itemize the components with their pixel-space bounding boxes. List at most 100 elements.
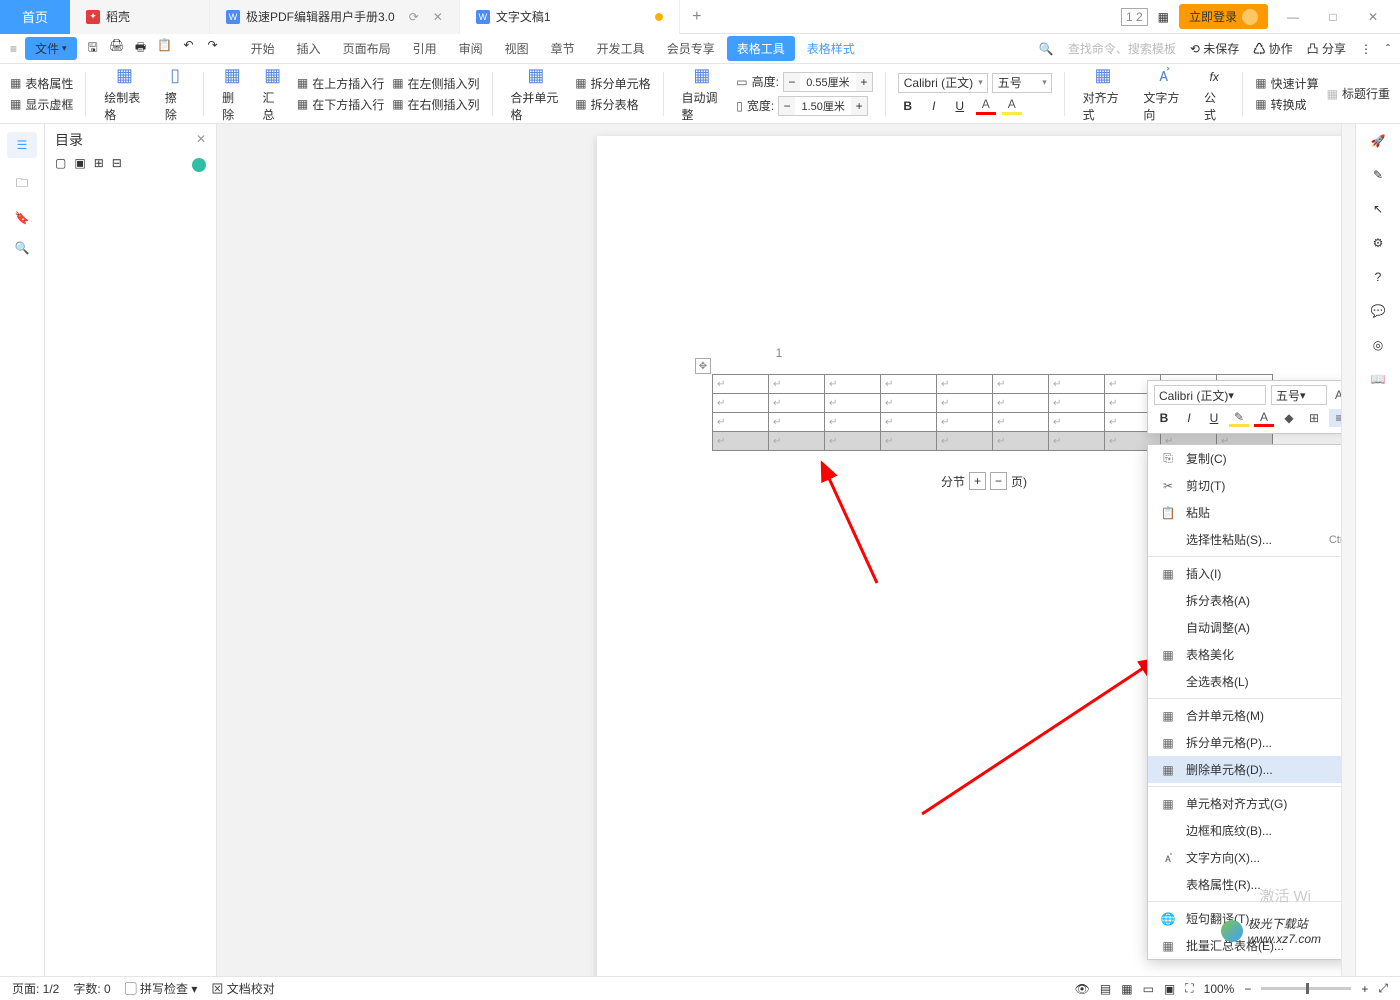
- tab-dev[interactable]: 开发工具: [587, 36, 655, 61]
- convert-button[interactable]: ▦ 转换成: [1255, 96, 1318, 113]
- split-cell-button[interactable]: ▦ 拆分单元格: [575, 75, 650, 92]
- ctx-insert[interactable]: ▦插入(I)▸: [1148, 560, 1341, 587]
- folder-icon[interactable]: 🗀: [16, 174, 28, 195]
- ctx-split-table[interactable]: 拆分表格(A)▸: [1148, 587, 1341, 614]
- highlight-button[interactable]: A: [1002, 97, 1022, 115]
- font-color-button[interactable]: A: [976, 97, 996, 115]
- ctx-autofit[interactable]: 自动调整(A)▸: [1148, 614, 1341, 641]
- underline-button[interactable]: U: [950, 97, 970, 115]
- print-icon[interactable]: 🖶: [133, 38, 149, 59]
- ctx-select-all[interactable]: 全选表格(L): [1148, 668, 1341, 695]
- table-props-button[interactable]: ▦ 表格属性: [10, 75, 73, 92]
- hamburger-icon[interactable]: ≡: [10, 42, 17, 56]
- height-stepper[interactable]: −+: [783, 72, 873, 92]
- draw-table-button[interactable]: ▦绘制表格: [98, 65, 151, 123]
- redo-icon[interactable]: ↷: [205, 38, 221, 59]
- home-tab[interactable]: 首页: [0, 0, 70, 34]
- tab-chapter[interactable]: 章节: [541, 36, 585, 61]
- login-button[interactable]: 立即登录: [1179, 4, 1268, 29]
- insert-right-button[interactable]: ▦ 在右侧插入列: [392, 96, 479, 113]
- sum-button[interactable]: ▦汇总: [256, 65, 288, 123]
- toc-icon[interactable]: ☰: [7, 132, 37, 158]
- mini-italic[interactable]: I: [1179, 409, 1199, 427]
- eraser-button[interactable]: ▯擦除: [159, 65, 191, 123]
- tab-table-tools[interactable]: 表格工具: [727, 36, 795, 61]
- delete-button[interactable]: ▦删除: [216, 65, 248, 123]
- coop-button[interactable]: ♺ 协作: [1253, 40, 1292, 57]
- ctx-text-dir[interactable]: ᴀ͐文字方向(X)...: [1148, 844, 1341, 871]
- mini-shading[interactable]: ◆: [1279, 409, 1299, 427]
- rocket-icon[interactable]: 🚀: [1371, 134, 1386, 148]
- paste-icon[interactable]: 📋: [157, 38, 173, 59]
- view-reading-icon[interactable]: 👁: [1075, 982, 1090, 996]
- minimize-button[interactable]: —: [1278, 3, 1308, 31]
- scrollbar[interactable]: [1341, 124, 1355, 976]
- mini-font-color[interactable]: A: [1254, 409, 1274, 427]
- apps-icon[interactable]: ▦: [1158, 10, 1169, 24]
- insert-left-button[interactable]: ▦ 在左侧插入列: [392, 75, 479, 92]
- collapse-ribbon-icon[interactable]: ˆ: [1386, 42, 1390, 56]
- sync-dot-icon[interactable]: [192, 158, 206, 172]
- split-table-button[interactable]: ▦ 拆分表格: [575, 96, 650, 113]
- search-icon[interactable]: 🔍: [1039, 42, 1054, 56]
- settings-icon[interactable]: ⚙: [1373, 236, 1384, 250]
- view-web-icon[interactable]: ▭: [1143, 982, 1154, 996]
- tab-start[interactable]: 开始: [241, 36, 285, 61]
- ctx-cut[interactable]: ✂剪切(T)Ctrl+X: [1148, 472, 1341, 499]
- tab-member[interactable]: 会员专享: [657, 36, 725, 61]
- more-icon[interactable]: ⋮: [1360, 42, 1372, 56]
- zoom-out-button[interactable]: −: [1244, 982, 1251, 996]
- grid-icon[interactable]: 1 2: [1121, 8, 1148, 26]
- tab-table-style[interactable]: 表格样式: [797, 36, 865, 61]
- mini-highlight[interactable]: ✎: [1229, 409, 1249, 427]
- tab-refresh-icon[interactable]: ⟳: [409, 10, 419, 24]
- merge-cells-button[interactable]: ▦合并单元格: [504, 65, 567, 123]
- view-print-icon[interactable]: ▣: [1164, 982, 1175, 996]
- tab-layout[interactable]: 页面布局: [333, 36, 401, 61]
- plus-icon[interactable]: ⊞: [94, 156, 104, 170]
- ctx-paste[interactable]: 📋粘贴Ctrl+V: [1148, 499, 1341, 526]
- zoom-slider[interactable]: [1261, 987, 1351, 990]
- tab-close-icon[interactable]: ✕: [433, 10, 443, 24]
- location-icon[interactable]: ◎: [1373, 338, 1383, 352]
- new-tab-button[interactable]: +: [680, 0, 714, 34]
- mini-border[interactable]: ⊞: [1304, 409, 1324, 427]
- ctx-table-props[interactable]: 表格属性(R)...: [1148, 871, 1341, 898]
- font-select[interactable]: Calibri (正文): [898, 73, 988, 93]
- formula-button[interactable]: fx公式: [1198, 65, 1230, 123]
- word-count[interactable]: 字数: 0: [73, 980, 110, 997]
- mini-bold[interactable]: B: [1154, 409, 1174, 427]
- text-dir-button[interactable]: ᴀ͐文字方向: [1137, 65, 1190, 123]
- ctx-paste-special[interactable]: 选择性粘贴(S)...Ctrl+Alt+V: [1148, 526, 1341, 553]
- unsaved-button[interactable]: ⟲ 未保存: [1190, 40, 1239, 57]
- align-button[interactable]: ▦对齐方式: [1077, 65, 1130, 123]
- zoom-value[interactable]: 100%: [1204, 982, 1235, 996]
- search-panel-icon[interactable]: 🔍: [15, 241, 30, 255]
- width-stepper[interactable]: −+: [778, 96, 868, 116]
- tab-insert[interactable]: 插入: [287, 36, 331, 61]
- canvas[interactable]: 1 ✥ ↵↵↵↵↵↵↵↵↵↵ ↵↵↵↵↵↵↵↵↵↵ ↵↵↵↵↵↵↵↵↵↵ ↵↵↵…: [217, 124, 1341, 976]
- mini-align[interactable]: ≡: [1329, 409, 1341, 427]
- ctx-delete-cell[interactable]: ▦删除单元格(D)...: [1148, 756, 1341, 783]
- quick-calc-button[interactable]: ▦ 快速计算: [1255, 75, 1318, 92]
- ctx-cell-align[interactable]: ▦单元格对齐方式(G)▸: [1148, 790, 1341, 817]
- autofit-button[interactable]: ▦自动调整: [676, 65, 729, 123]
- insert-below-button[interactable]: ▦ 在下方插入行: [297, 96, 384, 113]
- tab-review[interactable]: 审阅: [449, 36, 493, 61]
- doc-tab-current[interactable]: W 文字文稿1: [460, 0, 680, 34]
- undo-icon[interactable]: ↶: [181, 38, 197, 59]
- collapse-icon[interactable]: ▢: [55, 156, 66, 170]
- save-icon[interactable]: 🖫: [85, 38, 101, 59]
- view-outline-icon[interactable]: ▦: [1121, 982, 1132, 996]
- ctx-border[interactable]: 边框和底纹(B)...: [1148, 817, 1341, 844]
- search-placeholder[interactable]: 查找命令、搜索模板: [1068, 40, 1176, 57]
- book-icon[interactable]: 📖: [1371, 372, 1386, 386]
- tab-refs[interactable]: 引用: [403, 36, 447, 61]
- fullscreen-icon[interactable]: ⤢: [1378, 981, 1388, 996]
- mini-font-select[interactable]: Calibri (正文) ▾: [1154, 385, 1266, 405]
- expand-icon[interactable]: ▣: [74, 156, 85, 170]
- mini-underline[interactable]: U: [1204, 409, 1224, 427]
- italic-button[interactable]: I: [924, 97, 944, 115]
- print-preview-icon[interactable]: 🖨: [109, 38, 125, 59]
- page-count[interactable]: 页面: 1/2: [12, 980, 59, 997]
